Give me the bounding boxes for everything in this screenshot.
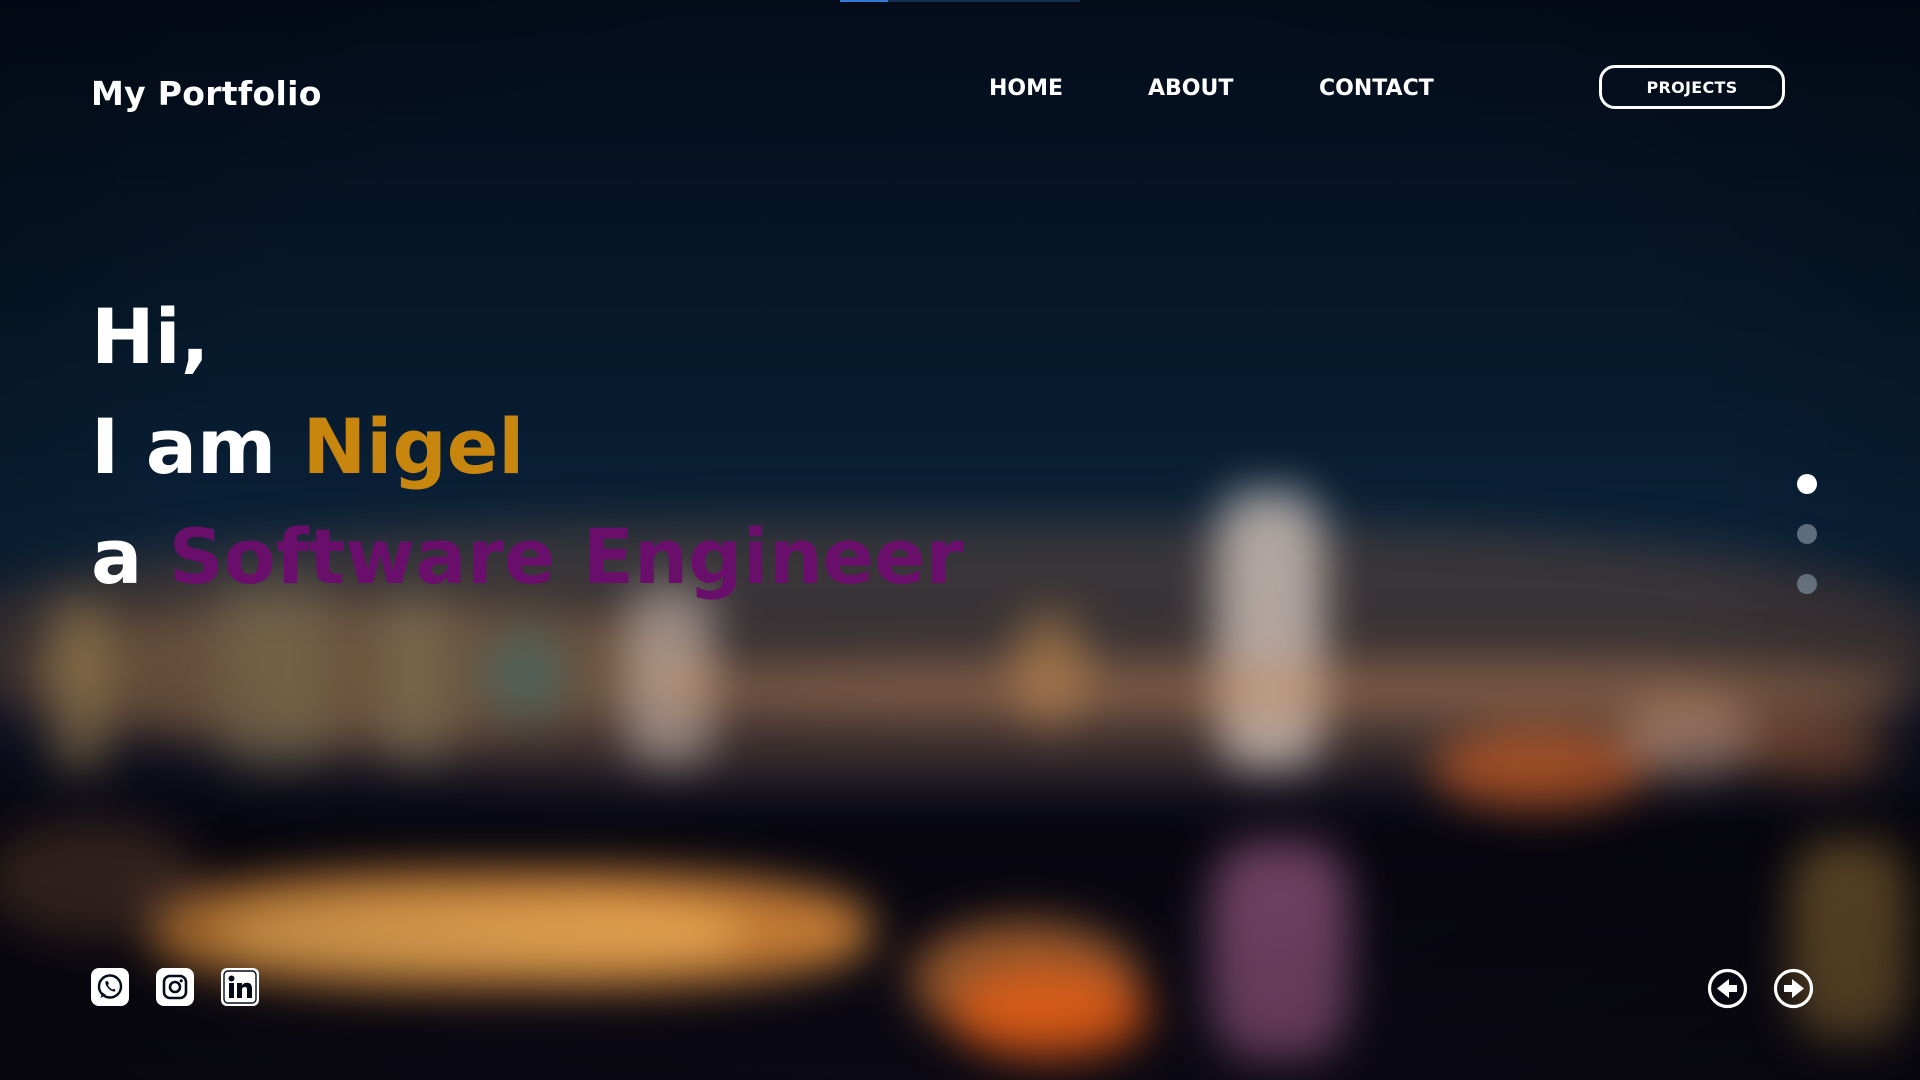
instagram-icon[interactable] bbox=[156, 968, 194, 1006]
hero-intro-prefix: I am bbox=[91, 402, 303, 491]
slide-navigation bbox=[1707, 968, 1839, 1009]
slide-dot-2[interactable] bbox=[1797, 524, 1817, 544]
projects-button[interactable]: PROJECTS bbox=[1599, 65, 1785, 109]
whatsapp-icon[interactable] bbox=[91, 968, 129, 1006]
portfolio-page: My Portfolio HOME ABOUT CONTACT PROJECTS… bbox=[0, 0, 1920, 1080]
slide-dot-3[interactable] bbox=[1797, 574, 1817, 594]
linkedin-icon[interactable] bbox=[221, 968, 259, 1006]
nav-contact-link[interactable]: CONTACT bbox=[1319, 76, 1434, 101]
social-links bbox=[91, 968, 286, 1006]
arrow-right-circle-icon[interactable] bbox=[1773, 968, 1814, 1009]
arrow-left-circle-icon[interactable] bbox=[1707, 968, 1748, 1009]
hero-role-line: a Software Engineer bbox=[91, 502, 963, 612]
site-logo[interactable]: My Portfolio bbox=[91, 74, 322, 113]
hero-role-prefix: a bbox=[91, 512, 169, 601]
slide-dot-1[interactable] bbox=[1797, 474, 1817, 494]
nav-home-link[interactable]: HOME bbox=[989, 76, 1063, 101]
top-progress-indicator bbox=[840, 0, 1080, 2]
hero-intro-line: I am Nigel bbox=[91, 392, 963, 502]
nav-about-link[interactable]: ABOUT bbox=[1148, 76, 1233, 101]
hero-greeting: Hi, bbox=[91, 292, 210, 381]
hero-heading: Hi, I am Nigel a Software Engineer bbox=[91, 282, 963, 612]
hero-name: Nigel bbox=[302, 402, 525, 491]
hero-role: Software Engineer bbox=[168, 512, 964, 601]
slide-indicator bbox=[1797, 474, 1817, 624]
